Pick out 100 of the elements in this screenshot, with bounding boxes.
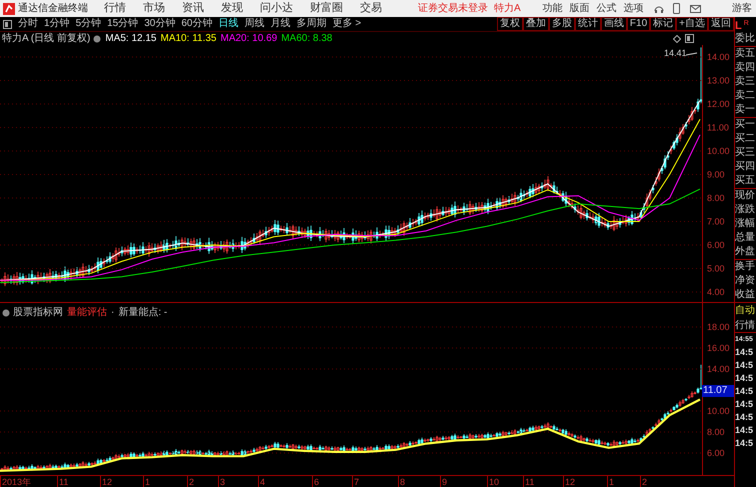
toolbar-button[interactable]: F10 [626,17,650,31]
menu-item[interactable]: 行情 [104,2,126,15]
quote-label: 委比 [735,32,756,46]
quote-label: 买四 [735,160,756,174]
time-axis-label: 9 [440,476,448,487]
indicator-value: 新量能点: - [118,306,168,320]
toolbar-button[interactable]: 复权 [496,17,523,31]
axis-label: 6.00 [707,240,725,250]
period-tab[interactable]: 1分钟 [44,18,70,30]
stock-name: 特力A [494,2,521,14]
menu-item[interactable]: 财富圈 [310,2,343,15]
time-axis-label: 11 [57,476,68,487]
period-tab[interactable]: 日线 [218,18,238,30]
toolbar-button[interactable]: +自选 [676,17,708,31]
ma-legend: MA60: 8.38 [281,31,332,46]
menu-item[interactable]: 版面 [570,2,590,14]
axis-label: 8.00 [707,193,725,203]
period-tab[interactable]: 15分钟 [107,18,138,30]
toolbar-button[interactable]: 画线 [600,17,627,31]
time-axis-label: 2013年 [0,476,32,487]
period-tab[interactable]: 60分钟 [181,18,212,30]
toolbar-button[interactable]: 叠加 [522,17,549,31]
headset-icon[interactable] [654,4,664,14]
trade-time: 14:5 [735,424,754,437]
quote-label: 买五 [735,174,756,188]
quote-label: 涨跌 [735,203,756,217]
quote-label: 现价 [735,189,756,203]
high-price-label: 14.41 [664,48,687,58]
trade-time: 14:5 [735,372,754,385]
period-tab[interactable]: 分时 [18,18,38,30]
time-axis-label: 1 [607,476,614,487]
panel-toggle-icon[interactable] [685,34,694,43]
quote-label: 净资 [735,274,756,288]
axis-label: 14.00 [707,364,730,374]
toolbar-button[interactable]: 标记 [650,17,676,31]
quote-label: 卖四 [735,61,756,75]
quote-label: 买三 [735,146,756,160]
menu-item[interactable]: 公式 [596,2,617,14]
axis-label: 5.00 [707,264,725,274]
time-axis-label: 12 [563,476,576,487]
phone-icon[interactable] [672,3,680,14]
trade-time: 14:5 [735,346,754,359]
axis-label: 12.00 [707,99,730,109]
toolbar-button[interactable]: 多股 [548,17,575,31]
panel-label: L [735,20,742,32]
toolbar-button[interactable]: 统计 [574,17,601,31]
period-tab[interactable]: 更多 > [332,18,362,30]
trade-time: 14:5 [735,385,754,398]
trade-time: 14:5 [735,359,754,372]
period-tab[interactable]: 5分钟 [76,18,102,30]
menu-item[interactable]: 发现 [221,2,243,15]
login-notice[interactable]: 证券交易未登录 [418,2,488,14]
axis-label: 18.00 [707,322,730,332]
quote-label: 换手 [735,260,756,274]
time-axis-label: 12 [100,476,112,487]
period-tab[interactable]: 多周期 [296,18,326,30]
axis-label: 10.00 [707,146,730,156]
axis-label: 13.00 [707,76,730,86]
trade-time: 14:5 [735,437,754,450]
time-axis-label: 4 [258,476,266,487]
time-axis-label: 11 [523,476,534,487]
mode-label: 自动 [735,304,756,318]
period-tab[interactable]: 周线 [244,18,264,30]
quote-label: 卖一 [735,103,756,117]
time-axis-label: 6 [312,476,320,487]
quote-label: 卖三 [735,75,756,89]
menu-item[interactable]: 交易 [360,2,382,15]
axis-label: 6.00 [707,448,725,458]
time-axis-label: 8 [398,476,406,487]
menu-item[interactable]: 选项 [624,2,644,14]
mail-icon[interactable] [690,4,701,12]
user-label[interactable]: 游客 [732,2,752,14]
separator-dot: · [111,306,114,320]
quote-label: 外盘 [735,245,756,259]
menu-item[interactable]: 问小达 [260,2,293,15]
axis-label: 8.00 [707,427,725,437]
axis-label: 11.00 [707,122,729,132]
menu-item[interactable]: 市场 [143,2,165,15]
time-axis-label: 2 [187,476,194,487]
axis-label: 14.00 [707,52,730,62]
trade-time: 14:5 [735,398,754,411]
time-axis-label: 3 [218,476,226,487]
axis-label: 4.00 [707,287,725,297]
menu-item[interactable]: 资讯 [182,2,204,15]
current-price-tag: 11.07 [702,385,734,397]
axis-label: 10.00 [707,406,730,416]
app-logo-icon [3,2,15,14]
indicator-source: 股票指标网 [13,306,63,320]
quote-label: 总量 [735,231,756,245]
trade-time: 14:5 [735,411,754,424]
toolbar-button[interactable]: 返回 [708,17,734,31]
ma-legend: MA20: 10.69 [220,31,278,46]
diamond-icon[interactable] [673,34,681,42]
menu-item[interactable]: 功能 [542,2,563,14]
panel-toggle-icon[interactable] [3,20,12,28]
period-tab[interactable]: 月线 [270,18,290,30]
quote-label: 卖五 [735,47,756,61]
time-axis-label: 2 [640,476,648,487]
ma-legend: MA10: 11.35 [160,31,216,46]
period-tab[interactable]: 30分钟 [144,18,176,30]
